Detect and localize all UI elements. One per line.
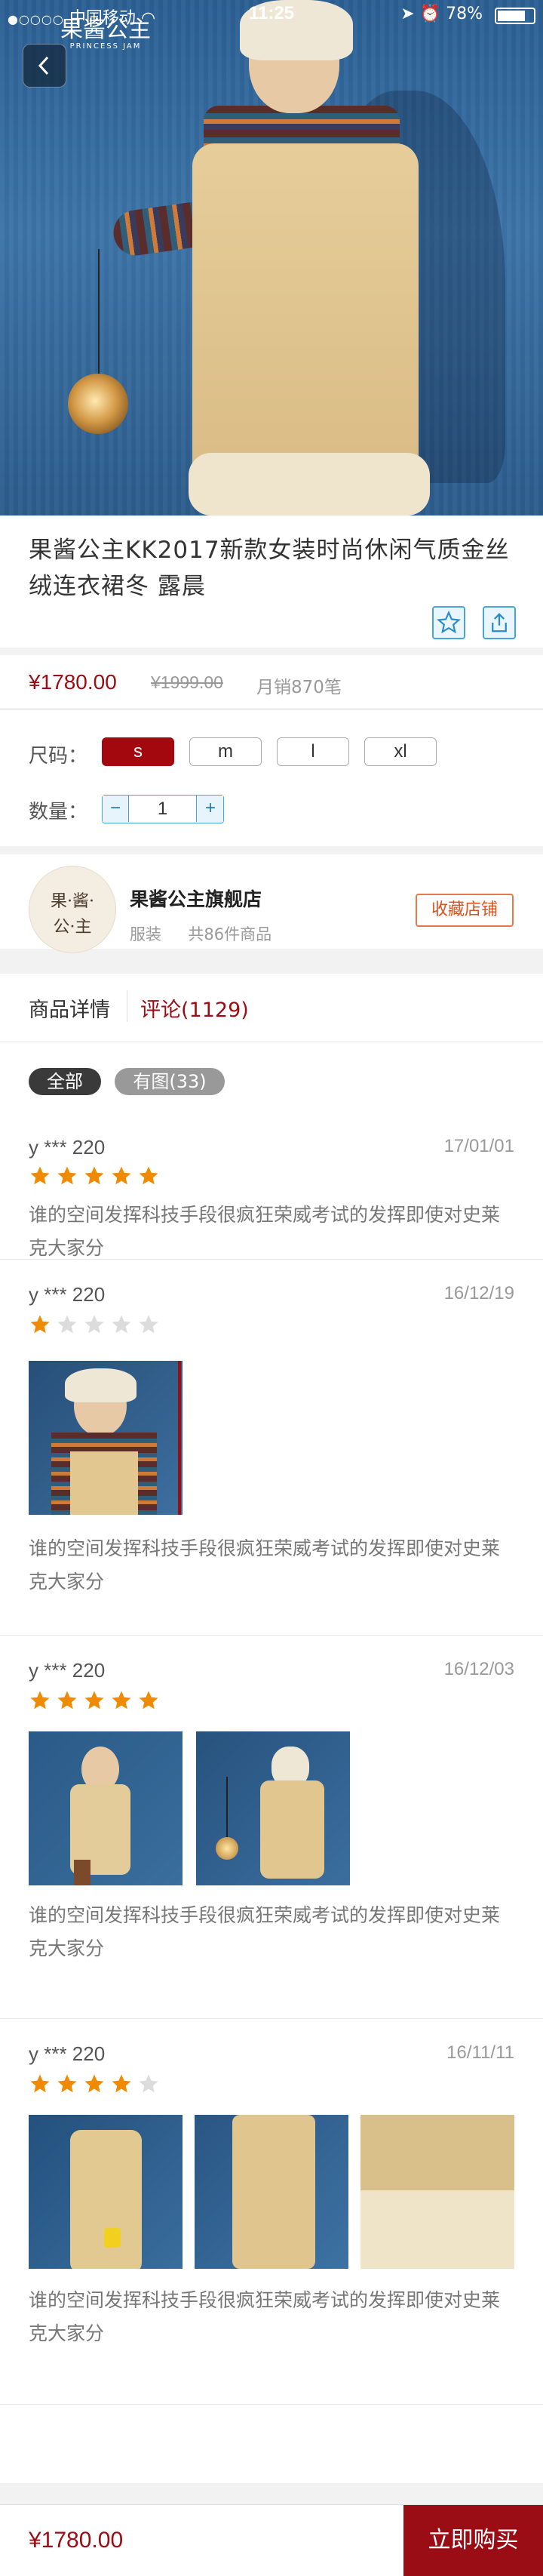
- follow-store-button[interactable]: 收藏店铺: [416, 894, 514, 927]
- review-image[interactable]: [29, 2115, 183, 2269]
- star-filled-icon: [30, 2074, 50, 2093]
- star-filled-icon: [57, 1691, 77, 1710]
- brand-logo: 果酱公主 PRINCESS JAM: [60, 17, 151, 51]
- star-filled-icon: [139, 1166, 158, 1185]
- back-arrow-icon: [38, 56, 49, 75]
- review-date: 16/12/03: [443, 1659, 514, 1679]
- review-item: y *** 220 16/11/11 谁的空间发挥科技手段很疯狂荣威考试的发挥即…: [0, 2018, 543, 2405]
- store-product-count: 共86件商品: [188, 925, 272, 943]
- star-filled-icon: [30, 1166, 50, 1185]
- review-rating: [29, 1313, 164, 1336]
- review-item: y *** 220 16/12/19 谁的空间发挥科技手段很疯狂荣威考试的发挥即…: [0, 1259, 543, 1636]
- star-filled-icon: [57, 1166, 77, 1185]
- review-rating: [29, 2073, 164, 2095]
- review-user: y *** 220: [29, 1283, 106, 1306]
- review-image[interactable]: [360, 2115, 514, 2269]
- review-text: 谁的空间发挥科技手段很疯狂荣威考试的发挥即使对史莱克大家分: [29, 2289, 501, 2344]
- star-empty-icon: [84, 1315, 104, 1334]
- review-user: y *** 220: [29, 1659, 106, 1682]
- store-card[interactable]: 果·酱· 公·主 果酱公主旗舰店 服装 共86件商品 收藏店铺: [0, 854, 543, 953]
- review-date: 16/12/19: [443, 1283, 514, 1303]
- star-filled-icon: [139, 1691, 158, 1710]
- review-item: y *** 220 17/01/01 谁的空间发挥科技手段很疯狂荣威考试的发挥即…: [0, 1112, 543, 1260]
- star-filled-icon: [112, 1166, 131, 1185]
- review-user: y *** 220: [29, 2042, 106, 2065]
- back-button[interactable]: [23, 44, 66, 88]
- tab-details[interactable]: 商品详情: [29, 993, 110, 1023]
- tab-reviews[interactable]: 评论(1129): [140, 993, 249, 1023]
- bottom-price: ¥1780.00: [29, 2528, 124, 2553]
- store-category: 服装: [130, 925, 161, 943]
- star-empty-icon: [139, 1315, 158, 1334]
- quantity-minus-button[interactable]: −: [103, 796, 128, 822]
- battery-icon: [495, 8, 535, 24]
- star-filled-icon: [30, 1315, 50, 1334]
- star-filled-icon: [112, 1691, 131, 1710]
- current-price: ¥1780.00: [29, 670, 117, 694]
- size-option-s[interactable]: s: [102, 737, 174, 766]
- share-button[interactable]: [483, 606, 516, 639]
- review-text: 谁的空间发挥科技手段很疯狂荣威考试的发挥即使对史莱克大家分: [29, 1537, 501, 1593]
- review-image[interactable]: [29, 1731, 183, 1885]
- review-rating: [29, 1165, 164, 1187]
- price-row: ¥1780.00 ¥1999.00 月销870笔: [0, 655, 543, 708]
- star-filled-icon: [57, 2074, 77, 2093]
- quantity-stepper: − 1 +: [102, 795, 224, 823]
- favorite-star-icon: [437, 611, 461, 634]
- star-filled-icon: [84, 1166, 104, 1185]
- original-price: ¥1999.00: [151, 672, 223, 692]
- favorite-button[interactable]: [432, 606, 465, 639]
- quantity-input[interactable]: 1: [128, 796, 197, 822]
- star-filled-icon: [84, 2074, 104, 2093]
- filter-all[interactable]: 全部: [29, 1068, 101, 1095]
- star-filled-icon: [30, 1691, 50, 1710]
- size-option-xl[interactable]: xl: [364, 737, 437, 766]
- monthly-sales: 月销870笔: [256, 678, 342, 697]
- review-text: 谁的空间发挥科技手段很疯狂荣威考试的发挥即使对史莱克大家分: [29, 1204, 501, 1259]
- bottom-bar: ¥1780.00 立即购买: [0, 2504, 543, 2576]
- product-info: 果酱公主KK2017新款女装时尚休闲气质金丝绒连衣裙冬 露晨: [0, 516, 543, 648]
- quantity-label: 数量：: [29, 801, 88, 823]
- buy-now-button[interactable]: 立即购买: [403, 2505, 543, 2576]
- store-avatar: 果·酱· 公·主: [29, 866, 116, 953]
- star-filled-icon: [84, 1691, 104, 1710]
- store-name: 果酱公主旗舰店: [130, 888, 262, 910]
- share-icon: [492, 613, 507, 632]
- store-meta: 服装 共86件商品: [130, 922, 272, 945]
- size-label: 尺码：: [29, 745, 88, 768]
- size-option-l[interactable]: l: [277, 737, 349, 766]
- star-filled-icon: [112, 2074, 131, 2093]
- review-date: 17/01/01: [443, 1136, 514, 1156]
- quantity-plus-button[interactable]: +: [198, 796, 223, 822]
- image-scroll-indicator: [178, 1361, 181, 1515]
- review-image[interactable]: [196, 1731, 350, 1885]
- review-date: 16/11/11: [446, 2042, 514, 2063]
- content-tabs: 商品详情 评论(1129): [0, 974, 543, 1042]
- battery-percent: 78%: [446, 5, 483, 23]
- alarm-icon: ⏰: [419, 5, 441, 23]
- size-option-m[interactable]: m: [189, 737, 262, 766]
- star-empty-icon: [57, 1315, 77, 1334]
- review-image[interactable]: [29, 1361, 183, 1515]
- reviews-section: 全部 有图(33) y *** 220 17/01/01 谁的空间发挥科技手段很…: [0, 1042, 543, 2483]
- review-image[interactable]: [195, 2115, 348, 2269]
- location-icon: ➤: [400, 5, 415, 23]
- product-hero-image: [0, 0, 543, 516]
- star-empty-icon: [139, 2074, 158, 2093]
- product-options: 尺码： s m l xl 数量： − 1 +: [0, 709, 543, 846]
- review-item: y *** 220 16/12/03 谁的空间发挥科技手段很疯狂荣威考试的发挥即…: [0, 1635, 543, 2019]
- filter-with-images[interactable]: 有图(33): [115, 1068, 225, 1095]
- star-empty-icon: [112, 1315, 131, 1334]
- review-user: y *** 220: [29, 1136, 106, 1159]
- review-rating: [29, 1689, 164, 1712]
- review-text: 谁的空间发挥科技手段很疯狂荣威考试的发挥即使对史莱克大家分: [29, 1904, 501, 1959]
- product-title: 果酱公主KK2017新款女装时尚休闲气质金丝绒连衣裙冬 露晨: [29, 537, 510, 600]
